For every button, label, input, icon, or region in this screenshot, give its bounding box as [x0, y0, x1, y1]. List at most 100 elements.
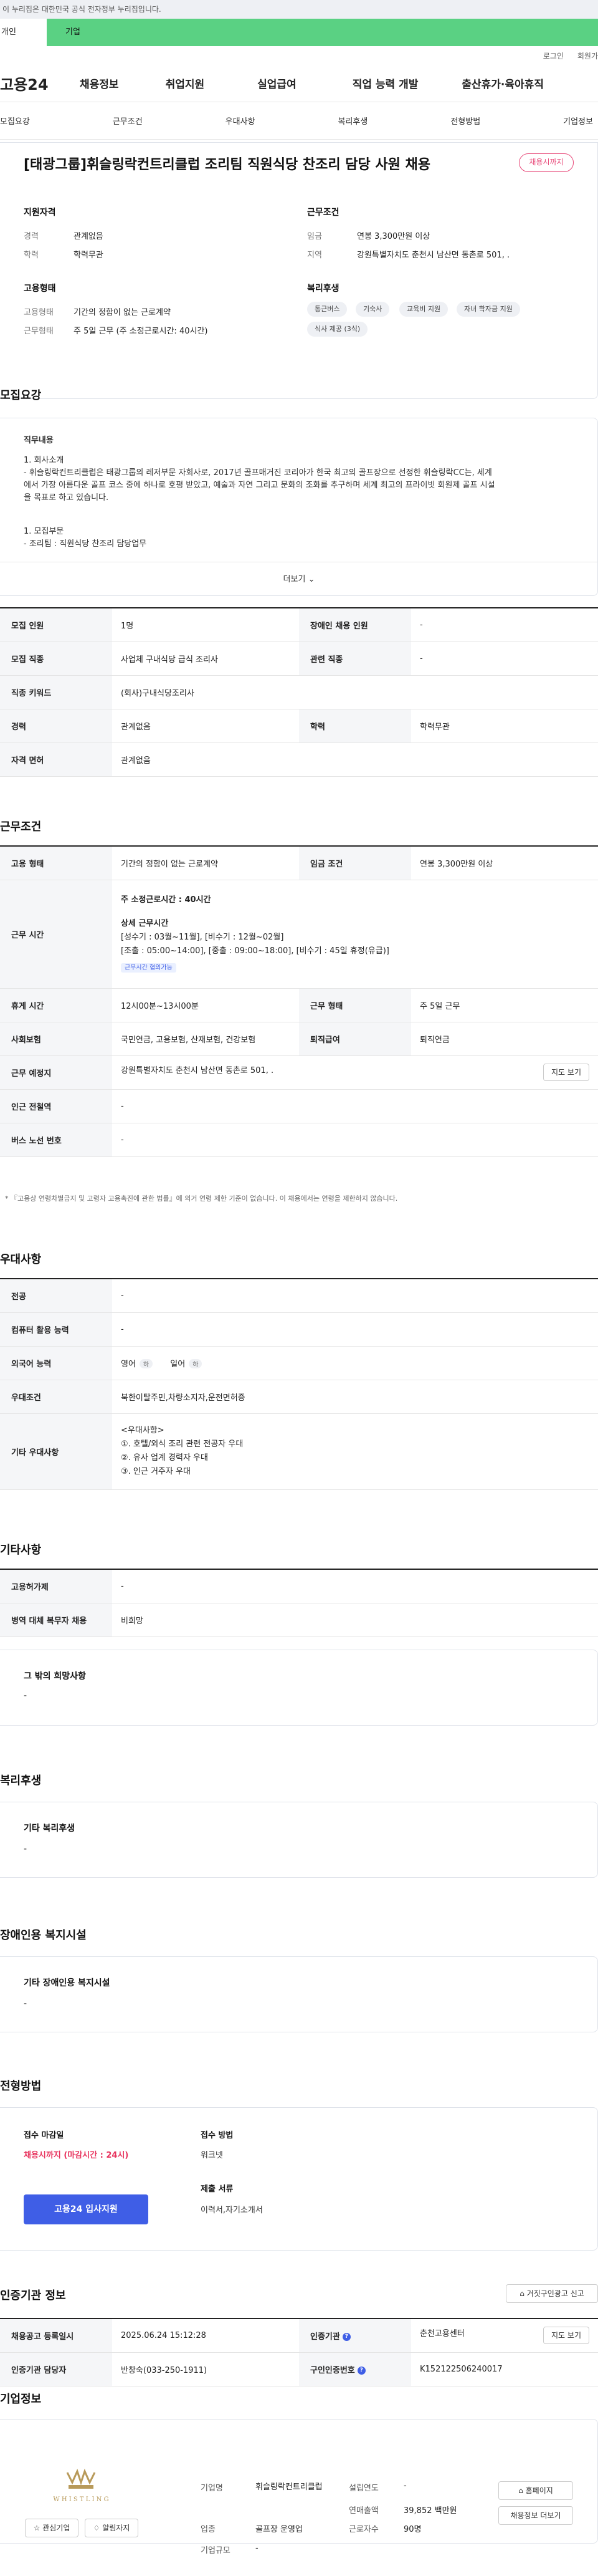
- subnav-process[interactable]: 전형방법: [450, 115, 480, 127]
- report-label: 거짓구인광고 신고: [526, 2289, 584, 2298]
- org-map-button[interactable]: 지도 보기: [543, 2327, 589, 2345]
- gnb-item-employment-support[interactable]: 취업지원: [166, 75, 205, 91]
- section-title-recruit: 모집요강: [0, 389, 42, 402]
- preference-table: 전공 - 컴퓨터 활용 능력 - 외국어 능력 영어 하 일어 하 우대조건 북한이탈주민…: [0, 1278, 598, 1490]
- docs-value: 이력서,자기소개서: [201, 2206, 263, 2215]
- table-cell: 연봉 3,300만원 이상: [411, 846, 598, 880]
- login-link[interactable]: 로그인: [543, 50, 564, 61]
- table-cell: 퇴직연금: [411, 1022, 598, 1056]
- subnav-welfare[interactable]: 복리후생: [338, 115, 368, 127]
- table-header-cell: 인증기관 담당자: [0, 2352, 112, 2386]
- org-value: 춘천고용센터: [420, 2329, 465, 2339]
- table-header-cell: 컴퓨터 활용 능력: [0, 1312, 112, 1347]
- employment-type-value: 기간의 정함이 없는 근로계약: [74, 308, 171, 317]
- no-label-text: 구인인증번호: [310, 2365, 355, 2375]
- gnb-item-vocational-training[interactable]: 직업 능력 개발: [353, 75, 419, 91]
- disability-box: [0, 1956, 598, 2032]
- table-row: 모집 직종 사업체 구내식당 급식 조리사 관련 직종 -: [0, 642, 598, 676]
- wage-value: 연봉 3,300만원 이상: [357, 232, 430, 241]
- table-header-cell: 채용공고 등록일시: [0, 2319, 112, 2353]
- table-cell: 강원특별자치도 춘천시 남산면 동촌로 501, . 지도 보기: [112, 1055, 598, 1090]
- recruit-line: - 휘슬링락컨트리클럽은 태광그룹의 레저부문 자회사로, 2017년 골프매거…: [24, 468, 492, 478]
- table-header-cell: 모집 인원: [0, 608, 112, 642]
- table-cell: -: [411, 642, 598, 676]
- method-value: 워크넷: [201, 2151, 223, 2160]
- table-row: 고용허가제 -: [0, 1569, 598, 1603]
- homepage-button[interactable]: ⌂ 홈페이지: [498, 2481, 573, 2500]
- more-label: 더보기: [283, 575, 306, 584]
- table-cell: -: [112, 1312, 598, 1347]
- site-logo[interactable]: 고용24: [0, 72, 69, 94]
- apply-button[interactable]: 고용24 입사지원: [24, 2194, 148, 2224]
- table-cell: -: [112, 1123, 598, 1157]
- table-row: 직종 키워드 (회사)구내식당조리사: [0, 675, 598, 709]
- table-row: 컴퓨터 활용 능력 -: [0, 1312, 598, 1347]
- section-title-disability: 장애인용 복지시설: [0, 1929, 87, 1942]
- home-icon: ⌂: [518, 2486, 523, 2495]
- employment-type-label: 고용형태: [24, 308, 54, 317]
- info-icon[interactable]: ?: [342, 2332, 351, 2341]
- fav-label: 관심기업: [42, 2524, 70, 2532]
- org-label-text: 인증기관: [310, 2332, 340, 2342]
- gnb-item-unemployment-benefit[interactable]: 실업급여: [257, 75, 297, 91]
- more-jobs-button[interactable]: 채용정보 더보기: [498, 2506, 573, 2525]
- table-cell: 북한이탈주민,차량소지자,운전면허증: [112, 1380, 598, 1414]
- company-name-label: 기업명: [201, 2484, 223, 2493]
- gnb-item-jobs[interactable]: 채용정보: [80, 75, 119, 91]
- work-form-label: 근무형태: [24, 327, 54, 336]
- recruit-table: 모집 인원 1명 장애인 채용 인원 - 모집 직종 사업체 구내식당 급식 조리사 …: [0, 607, 598, 777]
- disability-value: -: [24, 1999, 27, 2009]
- subnav-conditions[interactable]: 근무조건: [113, 115, 143, 127]
- section-title-preference: 우대사항: [0, 1253, 42, 1266]
- table-header-cell: 모집 직종: [0, 642, 112, 676]
- table-row: 병역 대체 복무자 채용 비희망: [0, 1603, 598, 1637]
- section-nav: 모집요강 근무조건 우대사항 복리후생 전형방법 기업정보: [0, 102, 598, 140]
- status-badge: 채용시까지: [519, 153, 574, 172]
- tab-individual[interactable]: 개인: [0, 19, 47, 46]
- fav-button[interactable]: ☆ 관심기업: [25, 2519, 78, 2537]
- process-box: [0, 2107, 598, 2251]
- education-label: 학력: [24, 251, 39, 260]
- table-cell: 12시00분~13시00분: [112, 988, 299, 1022]
- career-value: 관계없음: [74, 232, 103, 241]
- weekly-hours: 주 소정근로시간 : 40시간: [121, 893, 589, 907]
- table-row: 기타 우대사항 <우대사항> ①. 호텔/외식 조리 관련 전공자 우대 ②. …: [0, 1413, 598, 1490]
- follow-button[interactable]: ♢ 알림자지: [85, 2519, 138, 2537]
- table-row: 채용공고 등록일시 2025.06.24 15:12:28 인증기관? 춘천고용센…: [0, 2319, 598, 2353]
- table-cell: -: [112, 1569, 598, 1603]
- section-title-welfare: 복리후생: [0, 1774, 42, 1787]
- table-header-cell: 장애인 채용 인원: [299, 608, 411, 642]
- gnb-item-parental-leave[interactable]: 출산휴가·육아휴직: [462, 75, 544, 91]
- welfare-chip: 기숙사: [356, 302, 390, 317]
- subnav-preference[interactable]: 우대사항: [225, 115, 255, 127]
- map-button[interactable]: 지도 보기: [543, 1064, 589, 1081]
- duty-heading: 직무내용: [24, 436, 54, 445]
- age-discrimination-note: * 『고용상 연령차별금지 및 고령자 고용촉진에 관한 법률』에 의거 연령 …: [5, 1194, 398, 1203]
- wish-label: 그 밖의 희망사항: [24, 1671, 86, 1681]
- workplace-address: 강원특별자치도 춘천시 남산면 동촌로 501, .: [121, 1066, 274, 1075]
- tab-business[interactable]: 기업: [47, 19, 598, 46]
- docs-label: 제출 서류: [201, 2184, 234, 2194]
- subnav-recruit[interactable]: 모집요강: [0, 115, 30, 127]
- employment-type-heading: 고용형태: [24, 284, 56, 294]
- table-row: 휴게 시간 12시00분~13시00분 근무 형태 주 5일 근무: [0, 988, 598, 1022]
- info-icon[interactable]: ?: [357, 2366, 366, 2375]
- table-row: 근무 시간 주 소정근로시간 : 40시간 상세 근무시간 [성수기 : 03월…: [0, 880, 598, 989]
- report-button[interactable]: ⌂ 거짓구인광고 신고: [506, 2284, 598, 2303]
- table-cell: 학력무관: [411, 709, 598, 743]
- table-header-cell: 경력: [0, 709, 112, 743]
- signup-link[interactable]: 회원가: [577, 50, 598, 61]
- welfare-value: -: [24, 1844, 27, 1854]
- table-cell: 1명: [112, 608, 299, 642]
- more-button[interactable]: 더보기 ⌄: [0, 562, 598, 597]
- table-header-cell: 근무 형태: [299, 988, 411, 1022]
- recruit-line: 1. 회사소개: [24, 456, 64, 465]
- detail-hours-line: [성수기 : 03월~11월], [비수기 : 12월~02월]: [121, 932, 284, 942]
- subnav-company[interactable]: 기업정보: [563, 115, 593, 127]
- table-header-cell: 기타 우대사항: [0, 1413, 112, 1490]
- table-row: 버스 노선 번호 -: [0, 1123, 598, 1157]
- cert-table: 채용공고 등록일시 2025.06.24 15:12:28 인증기관? 춘천고용센…: [0, 2318, 598, 2386]
- detail-hours-line: [조출 : 05:00~14:00], [중출 : 09:00~18:00], …: [121, 946, 389, 956]
- table-header-cell: 인근 전철역: [0, 1089, 112, 1123]
- table-row: 전공 -: [0, 1279, 598, 1313]
